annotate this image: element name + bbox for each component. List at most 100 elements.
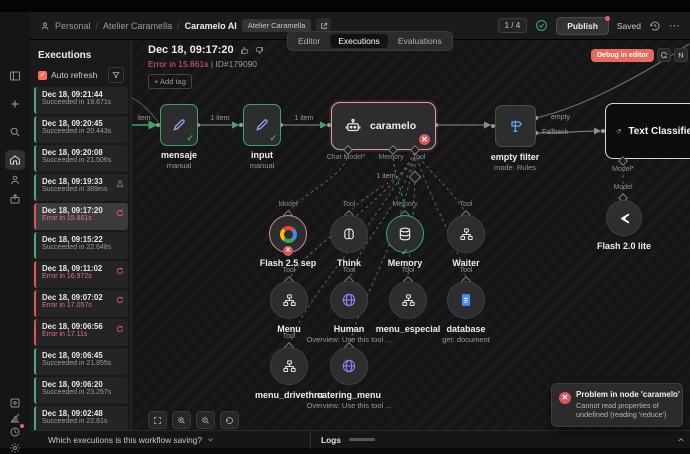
workflow-saving-question[interactable]: Which executions is this workflow saving… <box>30 435 310 445</box>
port-label-tool: Tool <box>343 267 356 274</box>
templates-icon[interactable] <box>9 397 21 409</box>
add-tag-button[interactable]: + Add tag <box>148 74 192 89</box>
workflow-sitemap-icon <box>282 359 297 374</box>
chevron-up-icon[interactable] <box>677 436 685 444</box>
auto-refresh-row[interactable]: ✓ Auto refresh <box>38 70 97 80</box>
execution-options-button[interactable] <box>674 48 688 62</box>
node-menu[interactable] <box>270 281 308 319</box>
version-badge[interactable]: 1 / 4 <box>498 18 528 33</box>
edit-pen-icon <box>254 117 270 133</box>
fit-view-button[interactable] <box>148 411 167 429</box>
node-success-check: ✓ <box>186 133 194 144</box>
whats-new-clock-icon[interactable] <box>9 426 21 438</box>
execution-list-item[interactable]: Dec 18, 09:11:02Error in 16.972s <box>34 261 128 288</box>
auto-refresh-label: Auto refresh <box>51 70 97 80</box>
node-database[interactable] <box>447 281 485 319</box>
add-workflow-icon[interactable] <box>9 98 21 110</box>
execution-list-item[interactable]: Dec 18, 09:15:22Succeeded in 22.648s <box>34 232 128 259</box>
node-human[interactable] <box>330 281 368 319</box>
edge-label-item: item <box>137 115 150 122</box>
zoom-in-button[interactable] <box>172 411 191 429</box>
execution-list-item[interactable]: Dec 18, 09:06:56Error in 17.11s <box>34 319 128 346</box>
node-label: caramelo <box>370 120 416 132</box>
brain-icon <box>341 226 357 242</box>
output-label-fallback: Fallback <box>542 129 568 136</box>
zoom-out-button[interactable] <box>196 411 215 429</box>
retry-icon[interactable] <box>116 325 124 333</box>
node-label: empty filter <box>491 152 540 162</box>
execution-list-item[interactable]: Dec 18, 09:06:45Succeeded in 21.855s <box>34 348 128 375</box>
panel-toggle-icon[interactable] <box>9 70 21 82</box>
auto-refresh-checkbox[interactable]: ✓ <box>38 71 47 80</box>
tab-evaluations[interactable]: Evaluations <box>390 34 450 48</box>
breadcrumb: Personal / Atelier Caramella / Caramelo … <box>40 18 331 33</box>
filter-button[interactable] <box>108 67 124 83</box>
node-empty-filter[interactable] <box>495 105 536 147</box>
node-label: Text Classifier <box>628 126 690 137</box>
breadcrumb-personal[interactable]: Personal <box>55 21 91 31</box>
thumbs-up-icon[interactable] <box>240 46 249 55</box>
insights-icon[interactable] <box>9 412 21 424</box>
execution-list-item[interactable]: Dec 18, 09:07:02Error in 17.057s <box>34 290 128 317</box>
output-label-empty: empty <box>551 114 570 121</box>
retry-icon[interactable] <box>116 267 124 275</box>
more-menu-button[interactable]: ⋯ <box>669 19 680 32</box>
publish-button[interactable]: Publish <box>556 17 609 35</box>
port-label-tool: Tool <box>413 154 426 161</box>
workflow-active-check-icon[interactable] <box>535 19 548 32</box>
node-sublabel: manual <box>250 161 275 170</box>
settings-gear-icon[interactable] <box>9 442 21 454</box>
port-label-memory: Memory <box>392 201 417 208</box>
node-text-classifier[interactable]: Text Classifier <box>605 103 690 159</box>
node-menu-drivethru[interactable] <box>270 347 308 385</box>
breadcrumb-project[interactable]: Atelier Caramella <box>103 21 172 31</box>
user-icon[interactable] <box>9 174 21 186</box>
node-memory[interactable]: ✓ <box>386 215 424 253</box>
toast-close-button[interactable]: ✕ <box>669 390 676 399</box>
debug-in-editor-button[interactable]: Debug in editor <box>591 49 654 62</box>
node-menu-especial[interactable] <box>389 281 427 319</box>
node-think[interactable] <box>330 215 368 253</box>
node-catering-menu[interactable] <box>330 347 368 385</box>
execution-list-item[interactable]: Dec 18, 09:20:08Succeeded in 21.506s <box>34 145 128 172</box>
retry-icon[interactable] <box>116 296 124 304</box>
node-caramelo[interactable]: caramelo ✕ <box>331 102 436 150</box>
tag-icon <box>616 124 621 139</box>
scrollbar-thumb[interactable] <box>349 438 375 441</box>
tab-editor[interactable]: Editor <box>290 34 328 48</box>
node-input[interactable]: ✓ <box>243 104 281 146</box>
port-label-tool: Tool <box>460 201 473 208</box>
node-label: menu_especial <box>376 324 441 334</box>
search-icon[interactable] <box>9 126 21 138</box>
execution-list-item[interactable]: Dec 18, 09:06:20Succeeded in 23.257s <box>34 377 128 404</box>
execution-list-item[interactable]: Dec 18, 09:19:33Succeeded in 389ms <box>34 174 128 201</box>
node-sublabel: manual <box>167 161 192 170</box>
reset-zoom-button[interactable] <box>220 411 239 429</box>
execution-list-item[interactable]: Dec 18, 09:20:45Succeeded in 20.443s <box>34 116 128 143</box>
globe-icon <box>341 358 357 374</box>
left-navigation-rail <box>0 12 31 448</box>
execution-list-item[interactable]: Dec 18, 09:02:48Succeeded in 22.61s <box>34 406 128 430</box>
toast-message: Cannot read properties of undefined (rea… <box>576 401 676 419</box>
retry-execution-button[interactable] <box>657 48 671 62</box>
execution-header: Dec 18, 09:17:20 Error in 15.861s | ID#1… <box>148 44 264 89</box>
node-flash-2-0-lite[interactable] <box>606 200 642 236</box>
thumbs-down-icon[interactable] <box>255 46 264 55</box>
workflow-canvas[interactable]: Dec 18, 09:17:20 Error in 15.861s | ID#1… <box>132 40 690 430</box>
shared-icon[interactable] <box>9 193 21 205</box>
execution-list-item-selected[interactable]: Dec 18, 09:17:20Error in 15.861s <box>34 203 128 230</box>
history-icon[interactable] <box>649 20 661 32</box>
retry-icon[interactable] <box>116 209 124 217</box>
node-flash-2-5-sep[interactable]: ✕ <box>269 215 307 253</box>
logs-panel-header[interactable]: Logs <box>311 435 341 445</box>
tab-executions[interactable]: Executions <box>330 34 388 48</box>
filter-funnel-icon <box>112 71 120 79</box>
node-error-badge: ✕ <box>283 246 293 256</box>
rail-item-overview[interactable] <box>5 150 25 170</box>
execution-list-item[interactable]: Dec 18, 09:21:44Succeeded in 19.671s <box>34 87 128 114</box>
zoom-in-icon <box>177 416 186 425</box>
breadcrumb-workflow-title[interactable]: Caramelo AI <box>185 21 237 31</box>
workflow-sitemap-icon <box>401 293 416 308</box>
node-waiter[interactable] <box>447 215 485 253</box>
node-mensaje[interactable]: ✓ <box>160 104 198 146</box>
